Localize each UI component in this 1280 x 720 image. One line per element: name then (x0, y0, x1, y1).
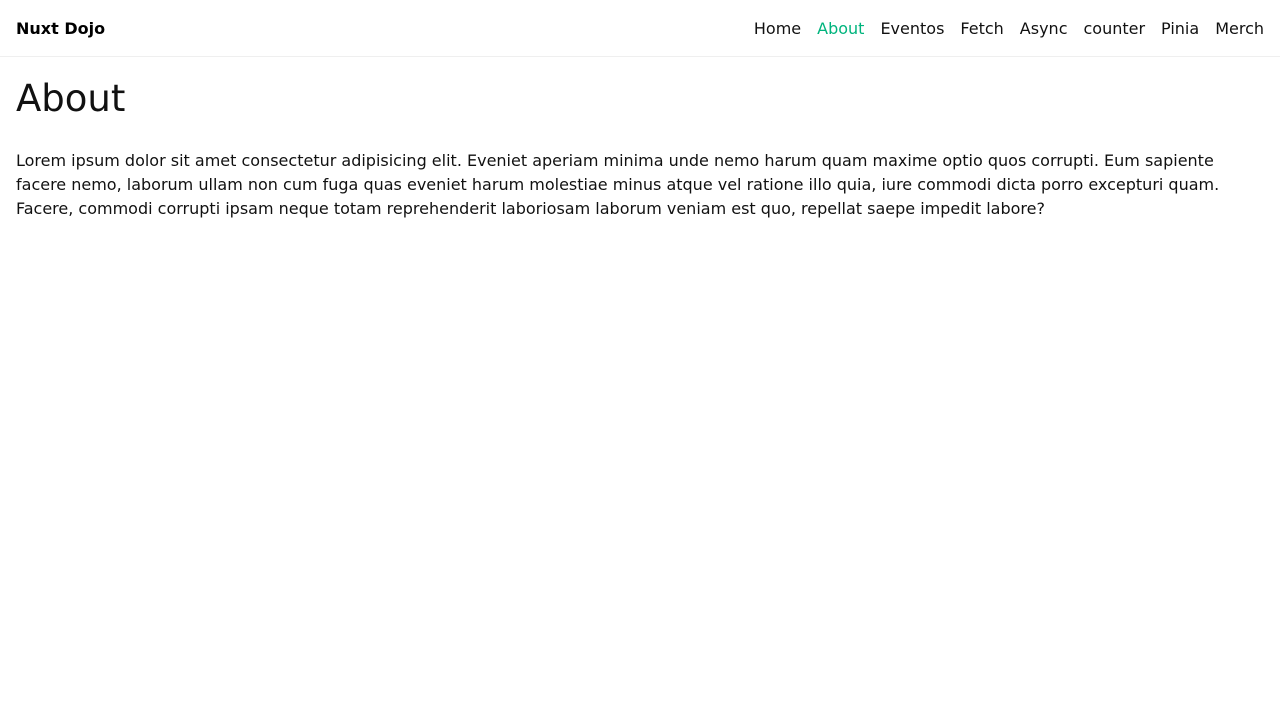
site-header: Nuxt Dojo Home About Eventos Fetch Async… (0, 0, 1280, 57)
nav-link-async[interactable]: Async (1020, 19, 1068, 38)
nav-link-home[interactable]: Home (754, 19, 801, 38)
nav-link-eventos[interactable]: Eventos (880, 19, 944, 38)
brand-link[interactable]: Nuxt Dojo (16, 19, 105, 38)
main-nav: Home About Eventos Fetch Async counter P… (754, 19, 1264, 38)
page-title: About (16, 77, 126, 120)
page-body-text: Lorem ipsum dolor sit amet consectetur a… (16, 151, 1220, 218)
main-content: About Lorem ipsum dolor sit amet consect… (0, 57, 1280, 221)
nav-link-merch[interactable]: Merch (1215, 19, 1264, 38)
nav-link-pinia[interactable]: Pinia (1161, 19, 1199, 38)
nav-link-counter[interactable]: counter (1083, 19, 1145, 38)
nav-link-fetch[interactable]: Fetch (960, 19, 1003, 38)
nav-link-about[interactable]: About (817, 19, 864, 38)
